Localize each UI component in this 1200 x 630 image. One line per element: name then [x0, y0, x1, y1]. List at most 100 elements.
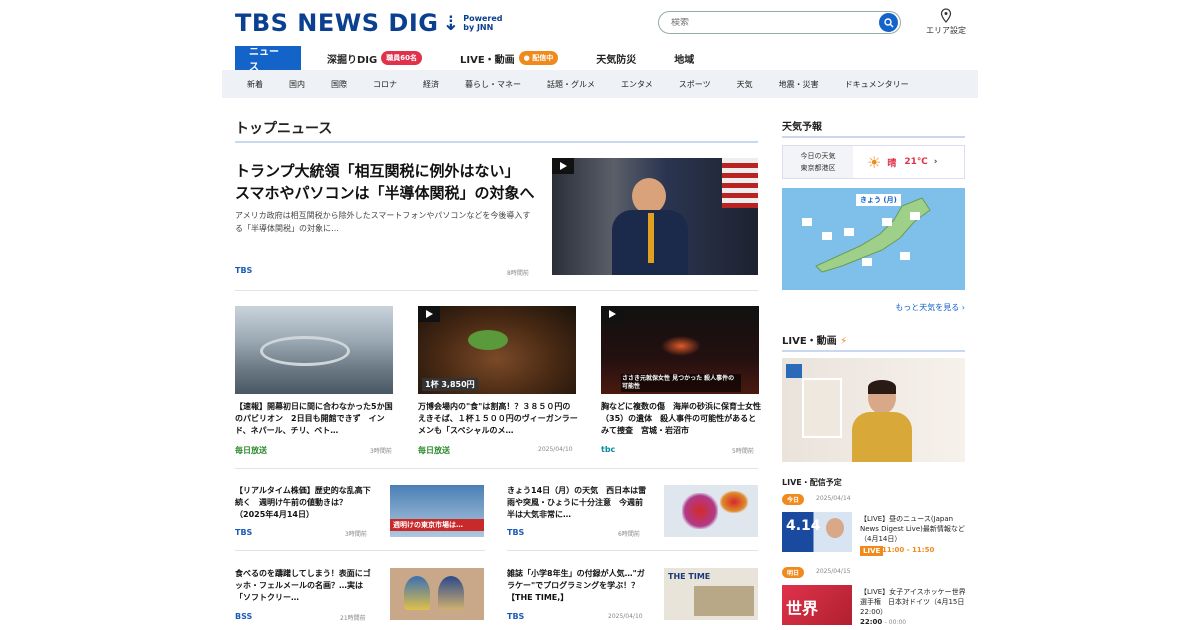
category-link[interactable]: ドキュメンタリー: [845, 79, 909, 90]
schedule-thumbnail[interactable]: 世界: [782, 585, 852, 625]
source-label: 毎日放送: [418, 446, 450, 455]
search-button[interactable]: [879, 13, 898, 32]
lightning-icon: ⚡: [840, 336, 848, 347]
location-pin-icon: [940, 8, 952, 23]
search-input[interactable]: [671, 17, 871, 28]
thumb-label: ささき元就保女性 見つかった 殺人事件の可能性: [621, 374, 741, 392]
live-badge: LIVE: [860, 546, 884, 556]
more-weather-link[interactable]: もっと天気を見る ›: [782, 302, 965, 313]
category-link[interactable]: 話題・グルメ: [547, 79, 595, 90]
powered-by: Powered by JNN: [463, 14, 503, 32]
category-nav: 新着 国内 国際 コロナ 経済 暮らし・マネー 話題・グルメ エンタメ スポーツ…: [222, 70, 978, 98]
schedule-title[interactable]: 【LIVE】昼のニュース(Japan News Digest Live)最新情報…: [860, 514, 968, 544]
category-link[interactable]: コロナ: [373, 79, 397, 90]
site-logo[interactable]: TBS NEWS DIG ⇣ Powered by JNN: [235, 8, 503, 38]
list-thumbnail[interactable]: 週明けの東京市場は…: [390, 485, 484, 537]
list-thumbnail[interactable]: [664, 485, 758, 537]
category-link[interactable]: 国内: [289, 79, 305, 90]
category-link[interactable]: エンタメ: [621, 79, 653, 90]
thumb-label: 週明けの東京市場は…: [390, 519, 484, 531]
card-thumbnail[interactable]: ささき元就保女性 見つかった 殺人事件の可能性: [601, 306, 759, 394]
thumb-label: 4.14: [786, 518, 821, 534]
weather-map-label: きょう (月): [856, 194, 901, 206]
search-box: [658, 11, 901, 34]
card-thumbnail[interactable]: 1杯 3,850円: [418, 306, 576, 394]
list-caption[interactable]: 雑誌「小学8年生」の付録が人気…"ガラケー"でプログラミングを学ぶ！？【THE …: [507, 568, 647, 604]
weather-map[interactable]: きょう (月): [782, 188, 965, 290]
top-news-thumbnail[interactable]: [552, 158, 758, 275]
section-title-live: LIVE・動画 ⚡: [782, 332, 965, 352]
search-icon: [883, 17, 893, 27]
section-title-top-news: トップニュース: [235, 118, 758, 143]
nav-live-video[interactable]: LIVE・動画 ● 配信中: [446, 46, 572, 70]
live-video-player[interactable]: [782, 358, 965, 462]
area-setting-button[interactable]: エリア設定: [924, 8, 968, 36]
top-headline[interactable]: トランプ大統領「相互関税に例外はない」 スマホやパソコンは「半導体関税」の対象へ: [235, 160, 535, 204]
play-icon: [418, 306, 440, 322]
list-caption[interactable]: 食べるのを躊躇してしまう！表面にゴッホ・フェルメールの名画？…実は「ソフトクリー…: [235, 568, 375, 604]
thumb-label: 世界: [786, 599, 819, 618]
timestamp: 2025/04/10: [538, 446, 573, 453]
category-link[interactable]: 暮らし・マネー: [465, 79, 521, 90]
schedule-time: 22:00 - 00:00: [860, 618, 907, 626]
card-thumbnail[interactable]: [235, 306, 393, 394]
weather-temp: 21℃: [904, 157, 928, 167]
timestamp: 6時間前: [618, 531, 640, 538]
day-badge: 明日: [782, 567, 805, 578]
nav-news[interactable]: ニュース: [235, 46, 301, 73]
card-caption[interactable]: 万博会場内の"食"は割高！？３８５０円のえきそば、１杯１５００円のヴィーガンラー…: [418, 401, 578, 437]
nav-badge: 職員60名: [381, 51, 422, 65]
timestamp: 8時間前: [507, 270, 529, 277]
area-setting-label: エリア設定: [926, 26, 966, 35]
day-badge: 今日: [782, 494, 805, 505]
timestamp: 21時間前: [340, 615, 366, 622]
source-label: TBS: [235, 528, 253, 537]
list-thumbnail[interactable]: [390, 568, 484, 620]
logo-arrow-icon: ⇣: [442, 11, 460, 35]
live-schedule-title: LIVE・配信予定: [782, 478, 842, 487]
thumb-label: 1杯 3,850円: [422, 378, 478, 391]
sun-icon: ☀: [867, 152, 882, 172]
schedule-date: 2025/04/15: [816, 568, 851, 575]
logo-text: TBS NEWS DIG: [235, 9, 439, 37]
source-label: TBS: [235, 266, 253, 275]
source-label: 毎日放送: [235, 446, 267, 455]
top-lead: アメリカ政府は相互関税から除外したスマートフォンやパソコンなどを今後導入する「半…: [235, 211, 531, 233]
list-thumbnail[interactable]: THE TIME: [664, 568, 758, 620]
category-link[interactable]: 経済: [423, 79, 439, 90]
weather-status: 晴: [887, 158, 897, 169]
nav-region[interactable]: 地域: [660, 46, 708, 70]
today-weather-box[interactable]: 今日の天気 東京都港区 ☀ 晴 21℃ ›: [782, 145, 965, 179]
schedule-title[interactable]: 【LIVE】女子アイスホッケー世界選手権 日本対ドイツ（4月15日 22:00）: [860, 587, 968, 617]
play-icon: [552, 158, 574, 174]
timestamp: 3時間前: [345, 531, 367, 538]
category-link[interactable]: スポーツ: [679, 79, 711, 90]
category-link[interactable]: 地震・災害: [779, 79, 819, 90]
schedule-time: 11:00 - 11:50: [882, 546, 935, 554]
timestamp: 5時間前: [732, 448, 754, 455]
schedule-thumbnail[interactable]: 4.14: [782, 512, 852, 552]
source-label: tbc: [601, 445, 616, 454]
section-title-weather: 天気予報: [782, 118, 965, 138]
place-label: 東京都港区: [800, 164, 836, 172]
timestamp: 3時間前: [370, 448, 392, 455]
thumb-label: THE TIME: [668, 572, 711, 581]
timestamp: 2025/04/10: [608, 613, 643, 620]
today-label: 今日の天気: [800, 152, 836, 160]
schedule-date: 2025/04/14: [816, 495, 851, 502]
play-icon: [601, 306, 623, 322]
card-caption[interactable]: 【速報】開幕初日に間に合わなかった5か国のパビリオン 2日目も開館できず インド…: [235, 401, 395, 437]
nav-weather-disaster[interactable]: 天気防災: [582, 46, 650, 70]
category-link[interactable]: 天気: [737, 79, 753, 90]
nav-deep-dig[interactable]: 深掘りDIG 職員60名: [313, 46, 436, 70]
card-caption[interactable]: 胸などに複数の傷 海岸の砂浜に保育士女性（35）の遺体 殺人事件の可能性があると…: [601, 401, 761, 437]
list-caption[interactable]: きょう14日（月）の天気 西日本は雷雨や突風・ひょうに十分注意 今週前半は大気非…: [507, 485, 647, 521]
category-link[interactable]: 国際: [331, 79, 347, 90]
list-caption[interactable]: 【リアルタイム株価】歴史的な乱高下続く 週明け午前の値動きは？（2025年4月1…: [235, 485, 375, 521]
category-link[interactable]: 新着: [247, 79, 263, 90]
source-label: TBS: [507, 612, 525, 621]
chevron-right-icon: ›: [933, 157, 938, 167]
source-label: BSS: [235, 612, 253, 621]
nav-badge: ● 配信中: [518, 51, 559, 65]
main-nav: ニュース 深掘りDIG 職員60名 LIVE・動画 ● 配信中 天気防災 地域: [235, 46, 718, 73]
